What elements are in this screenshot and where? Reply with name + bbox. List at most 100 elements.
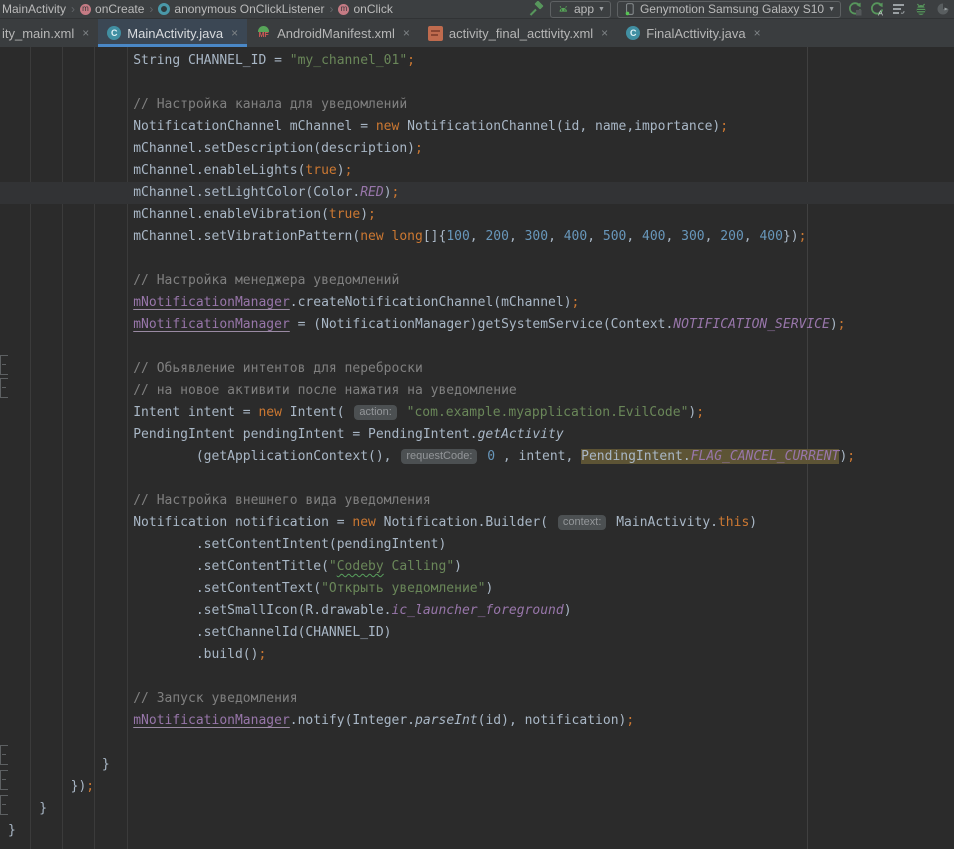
code-line[interactable]: Intent intent = new Intent( action: "com…	[0, 402, 954, 424]
close-icon[interactable]: ×	[754, 26, 761, 40]
code-token: ;	[626, 713, 634, 728]
code-token: .setContentText(	[8, 581, 321, 596]
code-token: Intent intent =	[8, 405, 258, 420]
run-configuration-label: app	[574, 2, 594, 16]
code-line[interactable]: NotificationChannel mChannel = new Notif…	[0, 116, 954, 138]
code-token: )	[360, 207, 368, 222]
breadcrumb-item-oncreate[interactable]: m onCreate	[80, 2, 144, 16]
code-token: []{	[423, 229, 446, 244]
code-line[interactable]: mChannel.setLightColor(Color.RED);	[0, 182, 954, 204]
code-token: (id), notification)	[478, 713, 627, 728]
code-token: Notification notification =	[8, 515, 352, 530]
code-area[interactable]: String CHANNEL_ID = "my_channel_01"; // …	[0, 50, 954, 842]
code-line[interactable]: String CHANNEL_ID = "my_channel_01";	[0, 50, 954, 72]
code-token: }	[8, 757, 110, 772]
code-line[interactable]: mNotificationManager = (NotificationMana…	[0, 314, 954, 336]
code-line[interactable]: }	[0, 754, 954, 776]
tab-label: FinalActtivity.java	[646, 26, 745, 41]
code-token: .createNotificationChannel(mChannel)	[290, 295, 572, 310]
run-configuration-select[interactable]: app ▼	[550, 1, 611, 18]
code-line[interactable]	[0, 468, 954, 490]
code-line[interactable]: });	[0, 776, 954, 798]
code-token: 300	[525, 229, 548, 244]
code-line[interactable]: }	[0, 798, 954, 820]
breadcrumb-label: anonymous OnClickListener	[174, 2, 324, 16]
code-line[interactable]	[0, 248, 954, 270]
code-line[interactable]: .build();	[0, 644, 954, 666]
breadcrumb-item-onclick[interactable]: m onClick	[338, 2, 392, 16]
code-line[interactable]: mNotificationManager.notify(Integer.pars…	[0, 710, 954, 732]
breadcrumb-item-anonymous-class[interactable]: anonymous OnClickListener	[158, 2, 324, 16]
code-line[interactable]: .setContentTitle("Codeby Calling")	[0, 556, 954, 578]
apply-code-changes-icon[interactable]: A	[866, 1, 888, 18]
debug-bug-icon[interactable]	[910, 1, 932, 18]
method-icon: m	[80, 4, 91, 15]
code-token: mChannel.enableLights(	[8, 163, 305, 178]
layout-xml-file-icon	[428, 26, 443, 41]
code-token: 400	[759, 229, 782, 244]
code-line[interactable]: Notification notification = new Notifica…	[0, 512, 954, 534]
code-token: PendingIntent pendingIntent = PendingInt…	[8, 427, 478, 442]
build-hammer-icon[interactable]	[525, 1, 547, 18]
code-line[interactable]: .setContentText("Открыть уведомление")	[0, 578, 954, 600]
anonymous-class-icon	[158, 3, 170, 15]
code-token: })	[8, 779, 86, 794]
code-token: ;	[407, 53, 415, 68]
device-selector[interactable]: Genymotion Samsung Galaxy S10 ▼	[617, 1, 841, 18]
code-line[interactable]: .setContentIntent(pendingIntent)	[0, 534, 954, 556]
code-token: ;	[696, 405, 704, 420]
code-line[interactable]: // Настройка внешнего вида уведомления	[0, 490, 954, 512]
tab-mainactivity-java[interactable]: C MainActivity.java ×	[98, 19, 247, 47]
code-line[interactable]: }	[0, 820, 954, 842]
code-token: // Обьявление интентов для переброски	[8, 361, 423, 376]
code-line[interactable]: PendingIntent pendingIntent = PendingInt…	[0, 424, 954, 446]
code-token: new	[352, 515, 375, 530]
code-line[interactable]: mNotificationManager.createNotificationC…	[0, 292, 954, 314]
code-line[interactable]	[0, 72, 954, 94]
code-token: // Запуск уведомления	[8, 691, 298, 706]
breadcrumb-label: onCreate	[95, 2, 144, 16]
code-token: ;	[345, 163, 353, 178]
code-token: new	[360, 229, 383, 244]
code-line[interactable]: mChannel.setDescription(description);	[0, 138, 954, 160]
code-line[interactable]: // Запуск уведомления	[0, 688, 954, 710]
apply-changes-restart-icon[interactable]	[844, 1, 866, 18]
code-line[interactable]: (getApplicationContext(), requestCode: 0…	[0, 446, 954, 468]
code-token: ;	[392, 185, 400, 200]
code-token: new	[258, 405, 281, 420]
tab-androidmanifest-xml[interactable]: MF AndroidManifest.xml ×	[247, 19, 419, 47]
breadcrumb: MainActivity › m onCreate › anonymous On…	[0, 2, 393, 16]
profiler-icon[interactable]	[932, 1, 954, 18]
close-icon[interactable]: ×	[403, 26, 410, 40]
code-line[interactable]: .setChannelId(CHANNEL_ID)	[0, 622, 954, 644]
close-icon[interactable]: ×	[601, 26, 608, 40]
code-editor[interactable]: String CHANNEL_ID = "my_channel_01"; // …	[0, 47, 954, 849]
code-token: mNotificationManager	[133, 317, 290, 332]
code-line[interactable]: // Обьявление интентов для переброски	[0, 358, 954, 380]
code-line[interactable]: mChannel.enableLights(true);	[0, 160, 954, 182]
code-line[interactable]: // Настройка канала для уведомлений	[0, 94, 954, 116]
close-icon[interactable]: ×	[231, 26, 238, 40]
code-token: 300	[681, 229, 704, 244]
tab-finalacttivity-java[interactable]: C FinalActtivity.java ×	[617, 19, 769, 47]
code-token: RED	[360, 185, 383, 200]
close-icon[interactable]: ×	[82, 26, 89, 40]
code-token: parseInt	[415, 713, 478, 728]
code-token: mChannel.setDescription(description)	[8, 141, 415, 156]
code-line[interactable]	[0, 336, 954, 358]
code-line[interactable]	[0, 666, 954, 688]
tab-activity-final-acttivity-xml[interactable]: activity_final_acttivity.xml ×	[419, 19, 617, 47]
code-token: ;	[86, 779, 94, 794]
code-line[interactable]: // Настройка менеджера уведомлений	[0, 270, 954, 292]
code-token: 200	[485, 229, 508, 244]
code-line[interactable]	[0, 732, 954, 754]
code-line[interactable]: mChannel.enableVibration(true);	[0, 204, 954, 226]
code-token: .build()	[8, 647, 258, 662]
code-line[interactable]: .setSmallIcon(R.drawable.ic_launcher_for…	[0, 600, 954, 622]
breadcrumb-item-class[interactable]: MainActivity	[2, 2, 66, 16]
svg-text:A: A	[878, 9, 883, 18]
code-line[interactable]: // на новое активити после нажатия на ув…	[0, 380, 954, 402]
code-line[interactable]: mChannel.setVibrationPattern(new long[]{…	[0, 226, 954, 248]
tab-activity-main-xml[interactable]: ity_main.xml ×	[0, 19, 98, 47]
run-tasks-list-icon[interactable]	[888, 1, 910, 18]
